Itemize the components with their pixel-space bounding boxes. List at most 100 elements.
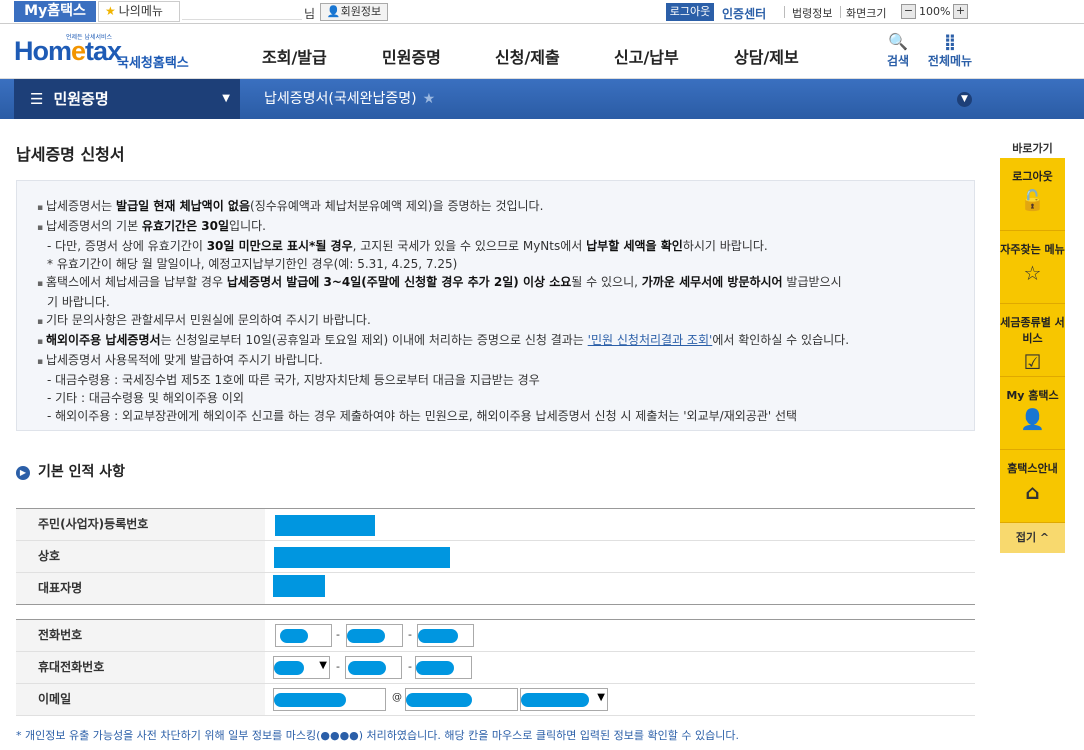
logout-button[interactable]: 로그아웃 [666,3,714,21]
quick-menu-collapse-button[interactable]: 접기 ^ [1000,523,1065,553]
nav-consult[interactable]: 상담/제보 [734,44,799,68]
quick-menu: 바로가기 로그아웃 🔓 자주찾는 메뉴 ☆ 세금종류별 서비스 ☑ My 홈택스 👤 홈… [1000,140,1065,553]
email-id-input[interactable] [273,688,386,711]
zoom-in-button[interactable]: + [953,4,968,19]
divider [840,6,841,18]
myhometax-link[interactable]: My홈택스 [14,1,96,22]
notice-line: - 다만, 증명서 상에 유효기간이 30일 미만으로 표시*될 경우, 고지된… [47,239,768,253]
quick-tax-service-button[interactable]: 세금종류별 서비스 ☑ [1000,304,1065,377]
divider [784,6,785,18]
logo-subtitle: 국세청홈택스 [117,56,189,71]
notice-line: 해외이주용 납세증명서는 신청일로부터 10일(공휴일과 토요일 제외) 이내에… [37,331,954,351]
cert-center-link[interactable]: 인증센터 [722,5,766,22]
zoom-value: 100% [919,5,951,18]
notice-line: 기타 문의사항은 관할세무서 민원실에 문의하여 주시기 바랍니다. [37,311,954,331]
quick-myhome-label: My 홈택스 [1006,389,1059,402]
star-icon: ☆ [1023,261,1042,285]
search-label: 검색 [886,54,910,68]
notice-line: 납세증명서 사용목적에 맞게 발급하여 주시기 바랍니다. [37,351,954,371]
screen-size-label: 화면크기 [846,7,887,20]
quick-faq-label: 자주찾는 메뉴 [1000,243,1065,256]
law-info-link[interactable]: 법령정보 [792,5,832,21]
breadcrumb-current[interactable]: 납세증명서(국세완납증명) ★ [250,79,460,119]
member-info-label: 회원정보 [340,5,382,18]
nav-filing[interactable]: 신고/납부 [614,44,679,68]
table-row: 이메일 @ ▼ [16,684,975,716]
email-label: 이메일 [16,684,265,715]
quick-faq-button[interactable]: 자주찾는 메뉴 ☆ [1000,231,1065,304]
dropdown-arrow-icon: ▼ [222,93,230,104]
arrow-circle-icon: ▶ [16,466,30,480]
quick-guide-label: 홈택스안내 [1007,462,1058,475]
result-lookup-link[interactable]: '민원 신청처리결과 조회' [588,333,713,347]
notice-line: - 기타 : 대금수령용 및 해외이주용 이외 [47,391,244,405]
at-separator: @ [392,692,402,703]
table-row: 전화번호 - - [16,620,975,652]
my-menu-label: 나의메뉴 [118,4,163,18]
search-button[interactable]: 🔍 검색 [880,32,916,69]
breadcrumb-label: 납세증명서(국세완납증명) [264,91,417,107]
notice-line: - 해외이주용 : 외교부장관에게 해외이주 신고를 하는 경우 제출하여야 하… [47,409,798,423]
table-row: 대표자명 [16,573,975,605]
masked-value [347,629,385,643]
header: 언제든 납세서비스 Hometax 국세청홈택스 조회/발급 민원증명 신청/제… [0,24,1084,79]
person-icon: 👤 [1020,407,1045,431]
my-menu-button[interactable]: ★ 나의메뉴 [98,1,180,22]
logo-wordmark: Hometax [14,36,122,66]
table-row: 주민(사업자)등록번호 [16,509,975,541]
user-name-field [182,4,302,20]
masked-value [280,629,308,643]
masked-value [348,661,386,675]
masked-value [416,661,454,675]
masked-value [521,693,589,707]
category-label: 민원증명 [53,90,109,108]
zoom-out-button[interactable]: − [901,4,916,19]
masked-value [418,629,458,643]
all-menu-button[interactable]: ⣿ 전체메뉴 [922,32,978,69]
phone-label: 전화번호 [16,620,265,651]
phone-area-input[interactable] [275,624,332,647]
section-title: ▶ 기본 인적 사항 [16,461,125,481]
top-bar: My홈택스 ★ 나의메뉴 님 👤회원정보 로그아웃 인증센터 법령정보 화면크기 … [0,0,1084,24]
notice-box: 납세증명서는 발급일 현재 체납액이 없음(징수유예액과 체납처분유예액 제외)… [16,180,975,431]
nim-label: 님 [304,7,316,21]
page-title: 납세증명 신청서 [16,145,125,164]
member-info-button[interactable]: 👤회원정보 [320,3,388,21]
mobile-last-input[interactable] [415,656,472,679]
nav-certificate[interactable]: 민원증명 [382,44,441,68]
mobile-mid-input[interactable] [345,656,402,679]
checkbox-icon: ☑ [1023,350,1042,374]
mobile-prefix-select[interactable]: ▼ [273,656,330,679]
house-icon: ⌂ [1025,480,1040,504]
unlock-icon: 🔓 [1020,188,1045,212]
quick-myhome-button[interactable]: My 홈택스 👤 [1000,377,1065,450]
table-row: 상호 [16,541,975,573]
nav-application[interactable]: 신청/제출 [495,44,560,68]
dash-separator: - [336,628,340,641]
category-dropdown[interactable]: ☰ 민원증명 ▼ [14,79,240,119]
user-icon: 👤 [326,5,341,18]
quick-logout-label: 로그아웃 [1012,170,1053,183]
star-icon: ★ [105,4,116,18]
dash-separator: - [336,660,340,673]
rep-value-masked [273,575,325,597]
quick-logout-button[interactable]: 로그아웃 🔓 [1000,158,1065,231]
hamburger-icon: ☰ [30,90,44,108]
chevron-down-icon[interactable]: ▼ [957,92,972,107]
favorite-star-icon[interactable]: ★ [423,91,436,107]
phone-last-input[interactable] [417,624,474,647]
table-row: 휴대전화번호 ▼ - - [16,652,975,684]
chevron-down-icon: ▼ [319,660,327,671]
notice-line: 홈택스에서 체납세금을 납부할 경우 납세증명서 발급에 3~4일(주말에 신청… [37,273,954,293]
notice-line: 납세증명서는 발급일 현재 체납액이 없음(징수유예액과 체납처분유예액 제외)… [37,197,954,217]
masking-note: * 개인정보 유출 가능성을 사전 차단하기 위해 일부 정보를 마스킹(●●●… [16,729,739,742]
quick-menu-title: 바로가기 [1012,142,1053,155]
notice-line: 기 바랍니다. [47,295,110,309]
quick-guide-button[interactable]: 홈택스안내 ⌂ [1000,450,1065,523]
masked-value [406,693,472,707]
nav-lookup[interactable]: 조회/발급 [262,44,327,68]
email-domain-input[interactable] [405,688,518,711]
phone-mid-input[interactable] [346,624,403,647]
hometax-logo[interactable]: 언제든 납세서비스 Hometax 국세청홈택스 [14,30,204,74]
email-domain-select[interactable]: ▼ [520,688,608,711]
